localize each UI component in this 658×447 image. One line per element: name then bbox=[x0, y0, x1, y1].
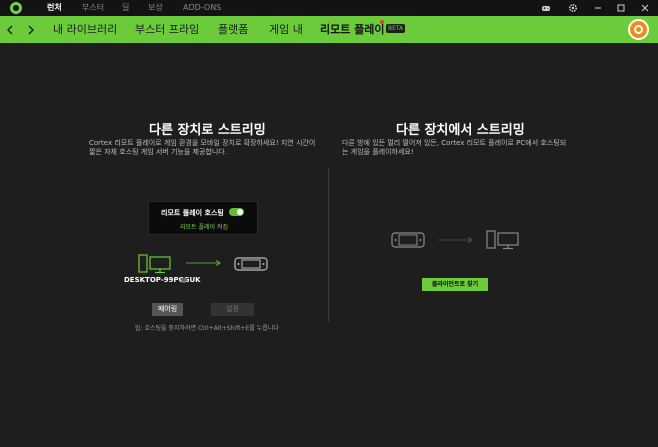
device-name: DESKTOP-99PCGUK bbox=[124, 276, 201, 284]
tab-platforms[interactable]: 플랫폼 bbox=[218, 16, 248, 43]
right-panel-title: 다른 장치에서 스트리밍 bbox=[396, 123, 525, 138]
tab-booster-prime[interactable]: 부스터 프라임 bbox=[135, 16, 199, 43]
notification-dot bbox=[380, 20, 384, 24]
settings-button[interactable]: 설정 bbox=[211, 303, 254, 316]
chevron-left-icon[interactable] bbox=[6, 25, 14, 35]
topnav-rewards[interactable]: 보상 bbox=[148, 0, 163, 16]
minimize-icon[interactable] bbox=[593, 3, 603, 13]
handheld-device-icon-right bbox=[391, 232, 425, 248]
hosting-label: 리모트 플레이 호스팅 bbox=[161, 209, 224, 217]
topnav-booster[interactable]: 부스터 bbox=[82, 0, 104, 16]
pairing-button[interactable]: 페어링 bbox=[152, 303, 183, 316]
topnav-launcher[interactable]: 런처 bbox=[47, 0, 62, 16]
right-desc-line-1: 다른 방에 있든 멀리 떨어져 있든, Cortex 리모트 플레이로 PC에서… bbox=[342, 139, 567, 147]
find-client-button[interactable]: 클라이언트로 찾기 bbox=[422, 278, 488, 291]
topnav-addons[interactable]: ADD-ONS bbox=[183, 0, 221, 16]
tab-my-library[interactable]: 내 라이브러리 bbox=[53, 16, 117, 43]
left-desc-line-1: Cortex 리모트 플레이로 게임 환경을 모바일 장치로 확장하세요! 지연… bbox=[89, 139, 316, 147]
hosting-tip: 팁: 호스팅을 중지하려면 Ctrl+Alt+Shift+E를 누릅니다 bbox=[135, 325, 279, 332]
arrow-right-icon-right bbox=[438, 237, 473, 243]
left-panel-description: Cortex 리모트 플레이로 게임 환경을 모바일 장치로 확장하세요! 지연… bbox=[89, 139, 319, 157]
pc-icon bbox=[138, 254, 171, 274]
arrow-right-icon bbox=[186, 260, 221, 266]
maximize-icon[interactable] bbox=[616, 3, 626, 13]
close-icon[interactable] bbox=[640, 3, 650, 13]
avatar[interactable] bbox=[628, 19, 649, 40]
tab-remote-play[interactable]: 리모트 플레이 bbox=[320, 16, 385, 43]
gear-icon[interactable] bbox=[568, 3, 578, 13]
gamepad-icon[interactable] bbox=[541, 3, 551, 13]
tab-in-game[interactable]: 게임 내 bbox=[269, 16, 303, 43]
info-icon[interactable]: i bbox=[181, 277, 187, 283]
right-panel-description: 다른 방에 있든 멀리 떨어져 있든, Cortex 리모트 플레이로 PC에서… bbox=[342, 139, 574, 157]
panel-divider bbox=[328, 168, 329, 322]
left-desc-line-2: 짧은 자체 호스팅 게임 서버 기능을 제공합니다. bbox=[89, 148, 227, 156]
topnav-deals[interactable]: 딜 bbox=[122, 0, 129, 16]
left-panel-title: 다른 장치로 스트리밍 bbox=[149, 123, 266, 138]
hosting-toggle[interactable] bbox=[229, 208, 244, 216]
cortex-logo-icon bbox=[10, 2, 22, 14]
chevron-right-icon[interactable] bbox=[27, 25, 35, 35]
right-desc-line-2: 는 게임을 플레이하세요! bbox=[342, 148, 414, 156]
hosting-status: 리모트 플레이 켜짐 bbox=[180, 224, 228, 231]
handheld-device-icon bbox=[234, 257, 268, 271]
pc-icon-right bbox=[486, 230, 519, 250]
main-nav: 내 라이브러리 부스터 프라임 플랫폼 게임 내 리모트 플레이 BETA bbox=[0, 16, 658, 43]
hosting-card: 리모트 플레이 호스팅 리모트 플레이 켜짐 bbox=[148, 201, 258, 235]
beta-badge: BETA bbox=[386, 24, 406, 33]
title-bar: 런처 부스터 딜 보상 ADD-ONS bbox=[0, 0, 658, 16]
